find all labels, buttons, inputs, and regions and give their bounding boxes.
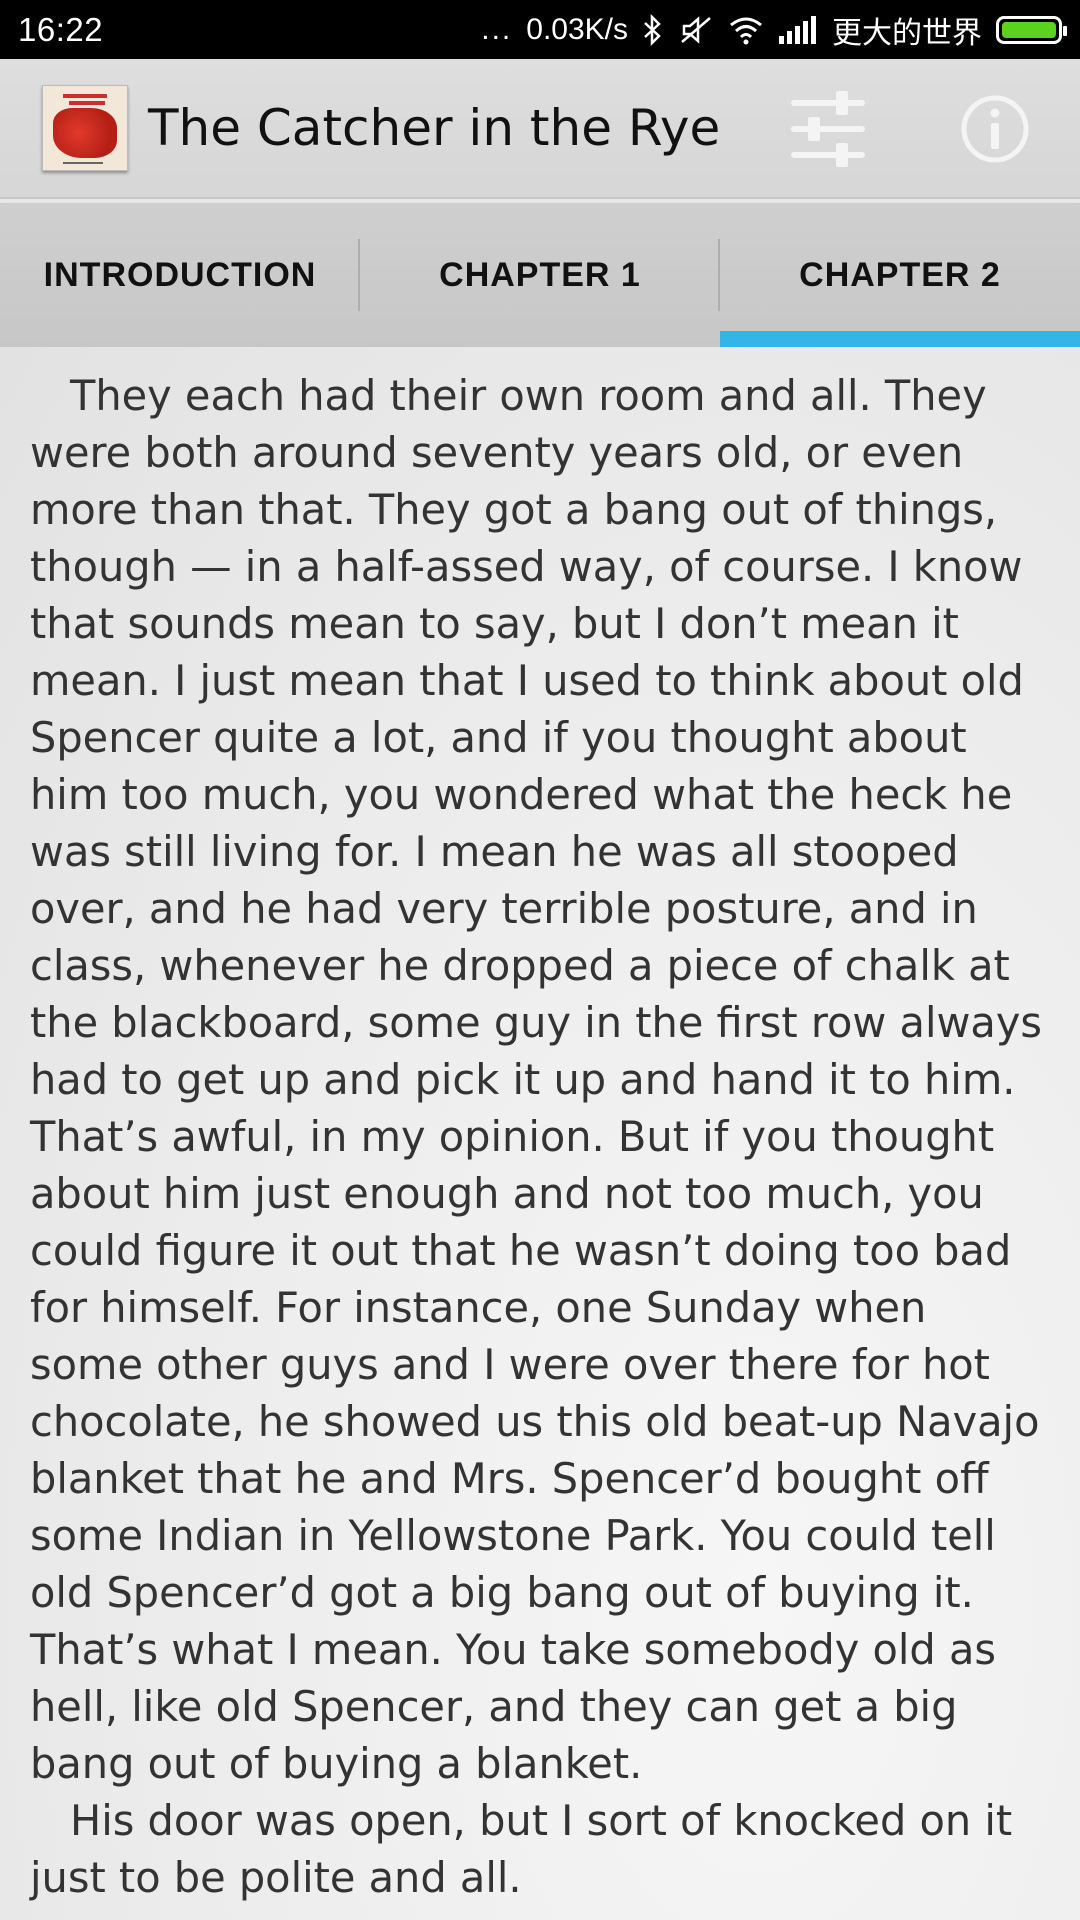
info-icon[interactable] [955,89,1035,169]
paragraph: His door was open, but I sort of knocked… [30,1796,1013,1902]
wifi-icon [728,15,764,45]
signal-icon [778,15,818,44]
tab-introduction[interactable]: INTRODUCTION [0,203,360,347]
tab-chapter-2[interactable]: CHAPTER 2 [720,203,1080,347]
mute-icon [678,14,714,46]
tab-label: CHAPTER 2 [799,255,1001,294]
book-cover-icon[interactable] [42,85,128,171]
tab-label: CHAPTER 1 [439,255,641,294]
battery-icon [996,15,1067,44]
status-time: 16:22 [18,10,104,48]
chapter-content[interactable]: They each had their own room and all. Th… [0,347,1080,1920]
app-bar: The Catcher in the Rye [0,59,1080,199]
tab-selected-indicator [720,331,1080,347]
network-speed: 0.03K/s [526,12,628,46]
tab-label: INTRODUCTION [43,255,317,294]
notification-dots: ... [481,12,513,46]
paragraph: They each had their own room and all. Th… [30,371,1043,1788]
chapter-tabs: INTRODUCTION CHAPTER 1 CHAPTER 2 [0,203,1080,347]
tab-chapter-1[interactable]: CHAPTER 1 [360,203,720,347]
carrier-name: 更大的世界 [832,16,982,50]
status-bar: 16:22 ... 0.03K/s 更大的世界 [0,0,1080,59]
app-title: The Catcher in the Rye [148,99,721,157]
equalizer-icon[interactable] [788,89,868,169]
status-indicators: ... 0.03K/s 更大的世界 [481,8,1067,52]
bluetooth-icon [642,13,664,46]
battery-level [1002,21,1056,38]
